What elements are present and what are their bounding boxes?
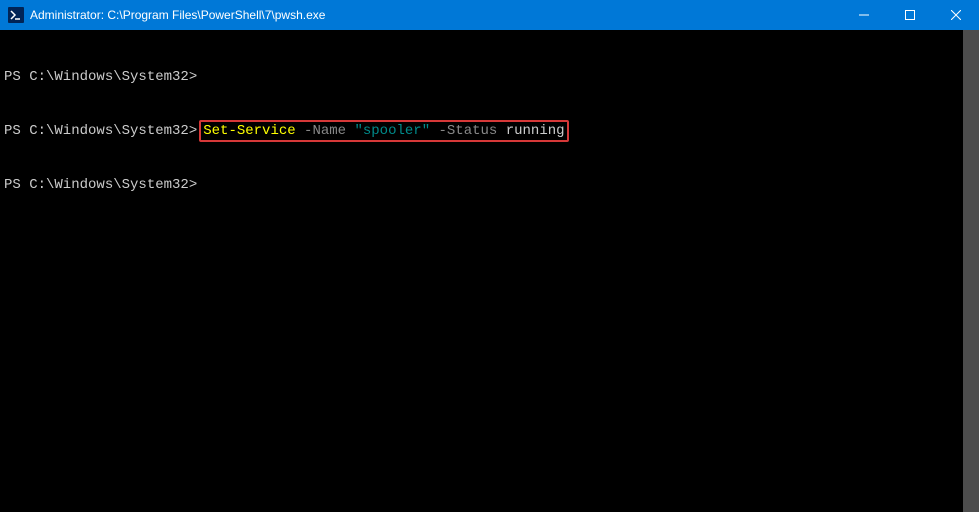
- parameter-value: running: [497, 122, 564, 140]
- terminal-line: PS C:\Windows\System32> Set-Service -Nam…: [4, 122, 975, 140]
- prompt: PS C:\Windows\System32>: [4, 68, 197, 86]
- terminal-line: PS C:\Windows\System32>: [4, 68, 975, 86]
- terminal-line: PS C:\Windows\System32>: [4, 176, 975, 194]
- powershell-icon: [8, 7, 24, 23]
- scrollbar-thumb[interactable]: [963, 30, 979, 512]
- minimize-button[interactable]: [841, 0, 887, 30]
- string-value: "spooler": [346, 122, 430, 140]
- maximize-button[interactable]: [887, 0, 933, 30]
- window-controls: [841, 0, 979, 30]
- prompt: PS C:\Windows\System32>: [4, 122, 197, 140]
- parameter-name: -Status: [430, 122, 497, 140]
- window-title: Administrator: C:\Program Files\PowerShe…: [30, 8, 841, 22]
- command-highlight: Set-Service -Name "spooler" -Status runn…: [199, 120, 568, 142]
- scrollbar[interactable]: [963, 30, 979, 512]
- console-window: Administrator: C:\Program Files\PowerShe…: [0, 0, 979, 512]
- cmdlet-name: Set-Service: [203, 122, 295, 140]
- titlebar[interactable]: Administrator: C:\Program Files\PowerShe…: [0, 0, 979, 30]
- parameter-name: -Name: [296, 122, 346, 140]
- terminal-area[interactable]: PS C:\Windows\System32> PS C:\Windows\Sy…: [0, 30, 979, 512]
- prompt: PS C:\Windows\System32>: [4, 176, 197, 194]
- close-button[interactable]: [933, 0, 979, 30]
